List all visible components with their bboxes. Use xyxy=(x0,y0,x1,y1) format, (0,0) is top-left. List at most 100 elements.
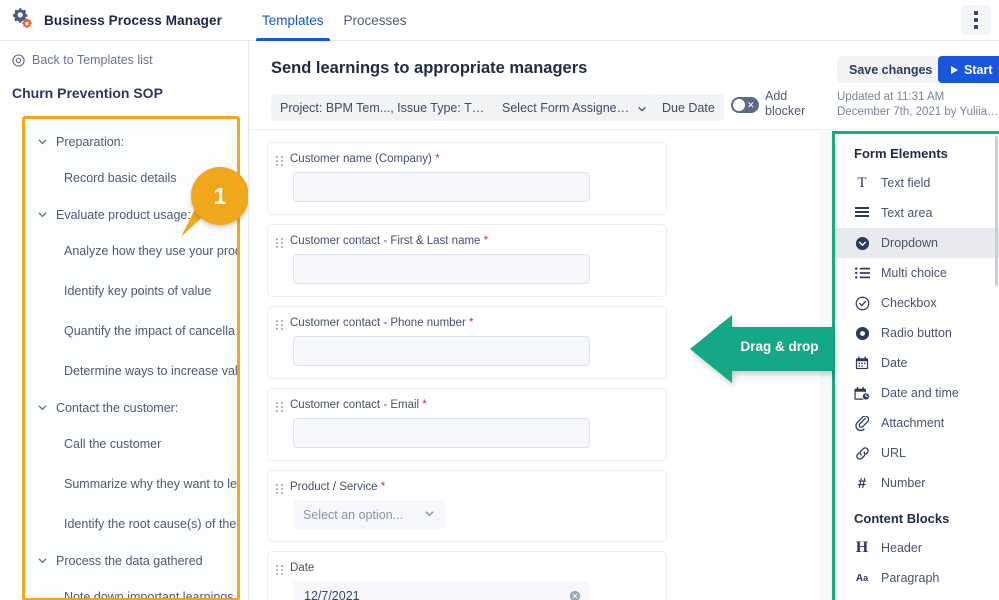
left-sidebar: Back to Templates list Churn Prevention … xyxy=(0,41,249,600)
tree-leaf-label: Summarize why they want to le… xyxy=(64,477,237,491)
palette-item-dropdown[interactable]: Dropdown xyxy=(835,228,999,258)
top-navigation-bar: Business Process Manager Templates Proce… xyxy=(0,0,999,41)
palette-item-text-field[interactable]: TText field xyxy=(835,168,999,198)
drag-handle-icon[interactable] xyxy=(276,238,283,248)
kebab-dot xyxy=(974,25,978,29)
tree-leaf-9[interactable]: Summarize why they want to le… xyxy=(25,464,237,504)
tree-leaf-1[interactable]: Record basic details xyxy=(25,158,237,198)
kebab-dot xyxy=(974,18,978,22)
palette-item-date[interactable]: Date xyxy=(835,348,999,378)
drag-handle-icon[interactable] xyxy=(276,565,283,575)
app-root: Business Process Manager Templates Proce… xyxy=(0,0,999,600)
blocker-toggle[interactable]: ✕ xyxy=(731,97,759,113)
form-field-card[interactable]: Customer name (Company) * xyxy=(267,142,667,215)
drag-handle-icon[interactable] xyxy=(276,402,283,412)
main-nav-tabs: Templates Processes xyxy=(252,0,417,41)
text-input[interactable] xyxy=(293,336,590,366)
clear-icon[interactable] xyxy=(569,590,581,600)
form-assignee-selector[interactable]: Select Form Assigne… xyxy=(493,94,657,121)
tree-group-label: Contact the customer: xyxy=(56,401,178,415)
form-field-card[interactable]: Product / Service * Select an option... xyxy=(267,470,667,542)
tree-leaf-12[interactable]: Note down important learnings … xyxy=(25,577,237,600)
add-blocker-label[interactable]: Add blocker xyxy=(765,89,813,119)
palette-item-label: Date xyxy=(881,356,907,370)
tree-leaf-8[interactable]: Call the customer xyxy=(25,424,237,464)
elements-palette-panel: Form ElementsTText fieldText areaDropdow… xyxy=(832,131,999,600)
link-icon xyxy=(854,446,870,461)
palette-item-multi-choice[interactable]: Multi choice xyxy=(835,258,999,288)
field-label: Customer contact - Phone number * xyxy=(290,317,654,329)
start-button[interactable]: Start xyxy=(938,56,999,83)
palette-item-number[interactable]: #Number xyxy=(835,468,999,498)
tab-templates[interactable]: Templates xyxy=(252,0,334,41)
tree-leaf-label: Record basic details xyxy=(64,171,177,185)
date-value: 12/7/2021 xyxy=(304,589,360,600)
task-tree: Preparation: Record basic details Evaluate… xyxy=(25,119,237,600)
form-field-card[interactable]: Customer contact - Phone number * xyxy=(267,306,667,379)
save-changes-button[interactable]: Save changes xyxy=(837,56,944,83)
tree-leaf-10[interactable]: Identify the root cause(s) of the… xyxy=(25,504,237,544)
chevron-down-icon xyxy=(37,209,48,220)
tree-group-11[interactable]: Process the data gathered xyxy=(25,544,237,577)
form-field-card[interactable]: Customer contact - First & Last name * xyxy=(267,224,667,297)
palette-item-url[interactable]: URL xyxy=(835,438,999,468)
tree-leaf-label: Note down important learnings … xyxy=(64,590,237,600)
tree-group-0[interactable]: Preparation: xyxy=(25,125,237,158)
back-link-label: Back to Templates list xyxy=(32,53,153,67)
drag-handle-icon[interactable] xyxy=(276,320,283,330)
tree-leaf-5[interactable]: Quantify the impact of cancella… xyxy=(25,311,237,351)
tree-group-7[interactable]: Contact the customer: xyxy=(25,391,237,424)
palette-block-header[interactable]: HHeader xyxy=(835,533,999,563)
palette-item-checkbox[interactable]: Checkbox xyxy=(835,288,999,318)
text-input[interactable] xyxy=(293,418,590,448)
updated-meta: Updated at 11:31 AM December 7th, 2021 b… xyxy=(837,90,999,120)
palette-item-label: Checkbox xyxy=(881,296,937,310)
chevron-down-icon xyxy=(37,402,48,413)
brand-title: Business Process Manager xyxy=(44,13,222,28)
kebab-menu-icon[interactable] xyxy=(961,5,991,35)
palette-item-text-area[interactable]: Text area xyxy=(835,198,999,228)
date-input[interactable]: 12/7/2021 xyxy=(293,581,590,600)
tab-processes[interactable]: Processes xyxy=(334,0,417,41)
palette-item-label: Dropdown xyxy=(881,236,938,250)
palette-scrollbar[interactable] xyxy=(995,136,998,286)
required-marker: * xyxy=(469,317,473,329)
back-to-templates-link[interactable]: Back to Templates list xyxy=(0,41,248,67)
required-marker: * xyxy=(435,153,439,165)
due-date-button[interactable]: Due Date xyxy=(653,94,724,121)
field-label: Customer contact - Email * xyxy=(290,399,654,411)
palette-item-date-and-time[interactable]: Date and time xyxy=(835,378,999,408)
palette-block-paragraph[interactable]: AaParagraph xyxy=(835,563,999,593)
form-field-card[interactable]: Date12/7/2021 xyxy=(267,551,667,600)
chevron-down-icon xyxy=(37,136,48,147)
palette-item-label: Text field xyxy=(881,176,930,190)
tree-group-2[interactable]: Evaluate product usage: xyxy=(25,198,237,231)
tree-leaf-label: Call the customer xyxy=(64,437,161,451)
dropdown-input[interactable]: Select an option... xyxy=(293,500,445,529)
tree-leaf-label: Quantify the impact of cancella… xyxy=(64,324,237,338)
tree-leaf-4[interactable]: Identify key points of value xyxy=(25,271,237,311)
palette-item-label: Header xyxy=(881,541,922,555)
gears-icon xyxy=(11,7,33,33)
palette-item-label: Attachment xyxy=(881,416,944,430)
project-issue-type-selector[interactable]: Project: BPM Tem..., Issue Type: T… xyxy=(271,94,512,121)
tree-leaf-6[interactable]: Determine ways to increase val… xyxy=(25,351,237,391)
multi-choice-icon xyxy=(854,267,870,279)
palette-item-label: Multi choice xyxy=(881,266,947,280)
palette-block-embed[interactable]: <>Embed xyxy=(835,593,999,600)
tree-leaf-3[interactable]: Analyze how they use your prod… xyxy=(25,231,237,271)
field-label: Customer contact - First & Last name * xyxy=(290,235,654,247)
hash-icon: # xyxy=(854,475,870,492)
palette-item-radio-button[interactable]: Radio button xyxy=(835,318,999,348)
tree-leaf-label: Determine ways to increase val… xyxy=(64,364,237,378)
drag-handle-icon[interactable] xyxy=(276,484,283,494)
field-label: Product / Service * xyxy=(290,481,654,493)
text-input[interactable] xyxy=(293,172,590,202)
calendar-clock-icon xyxy=(854,386,870,401)
tree-group-label: Preparation: xyxy=(56,135,124,149)
drag-handle-icon[interactable] xyxy=(276,156,283,166)
form-field-card[interactable]: Customer contact - Email * xyxy=(267,388,667,461)
back-circle-icon xyxy=(12,54,25,67)
text-input[interactable] xyxy=(293,254,590,284)
palette-item-attachment[interactable]: Attachment xyxy=(835,408,999,438)
